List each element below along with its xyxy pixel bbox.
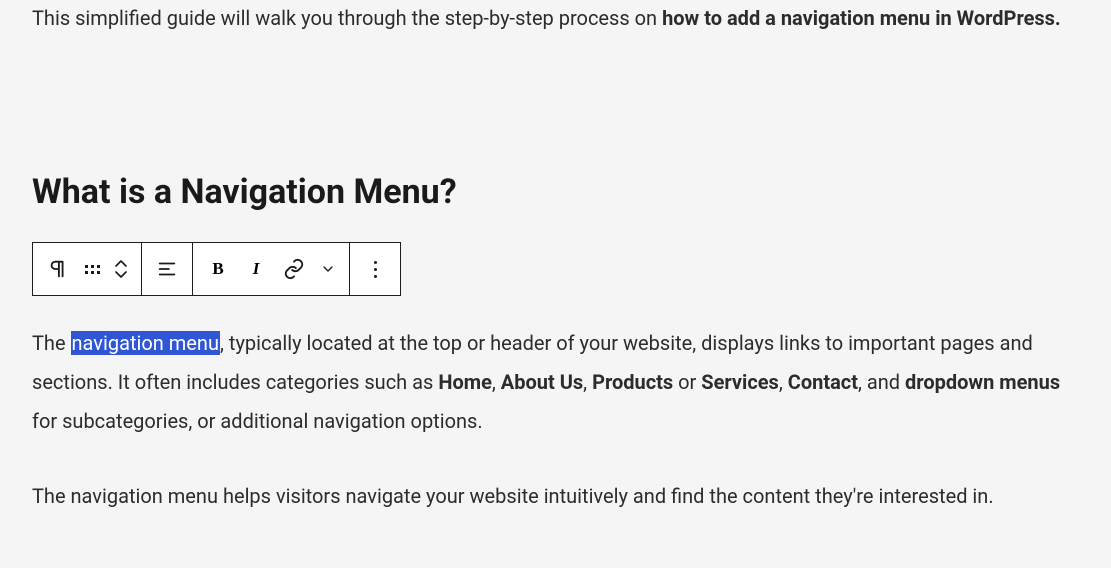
p1-text-1: The	[32, 331, 71, 355]
align-left-icon[interactable]	[148, 243, 186, 295]
paragraph-icon[interactable]	[39, 243, 77, 295]
toolbar-group-align	[142, 243, 193, 295]
p1-text-3: for subcategories, or additional navigat…	[32, 409, 483, 433]
p1-bold-products: Products	[592, 370, 673, 394]
chevron-down-icon[interactable]	[313, 243, 343, 295]
drag-handle-icon[interactable]	[77, 243, 107, 295]
more-options-icon[interactable]	[356, 243, 394, 295]
bold-button[interactable]: B	[199, 243, 237, 295]
intro-paragraph[interactable]: This simplified guide will walk you thro…	[32, 0, 1079, 37]
p1-c2: ,	[583, 370, 592, 394]
highlighted-selection: navigation menu	[71, 331, 220, 355]
body-paragraph-2[interactable]: The navigation menu helps visitors navig…	[32, 477, 1079, 516]
p1-c5: , and	[858, 370, 905, 394]
block-toolbar: B I	[32, 242, 401, 296]
section-heading[interactable]: What is a Navigation Menu?	[32, 172, 1079, 212]
intro-bold: how to add a navigation menu in WordPres…	[662, 6, 1061, 30]
p1-c4: ,	[779, 370, 788, 394]
move-up-down-icon[interactable]	[107, 260, 135, 278]
italic-button[interactable]: I	[237, 243, 275, 295]
p1-bold-services: Services	[701, 370, 779, 394]
toolbar-group-more	[350, 243, 400, 295]
body-paragraph-1[interactable]: The navigation menu, typically located a…	[32, 324, 1079, 441]
link-icon[interactable]	[275, 243, 313, 295]
p1-c3: or	[673, 370, 701, 394]
toolbar-group-block	[33, 243, 142, 295]
p1-bold-dropdown: dropdown menus	[905, 370, 1060, 394]
italic-label: I	[253, 259, 260, 279]
p1-bold-home: Home	[438, 370, 492, 394]
p1-c1: ,	[492, 370, 501, 394]
intro-text-1: This simplified guide will walk you thro…	[32, 6, 662, 30]
bold-label: B	[212, 259, 223, 279]
p1-bold-about: About Us	[501, 370, 583, 394]
toolbar-group-format: B I	[193, 243, 350, 295]
p1-bold-contact: Contact	[788, 370, 858, 394]
